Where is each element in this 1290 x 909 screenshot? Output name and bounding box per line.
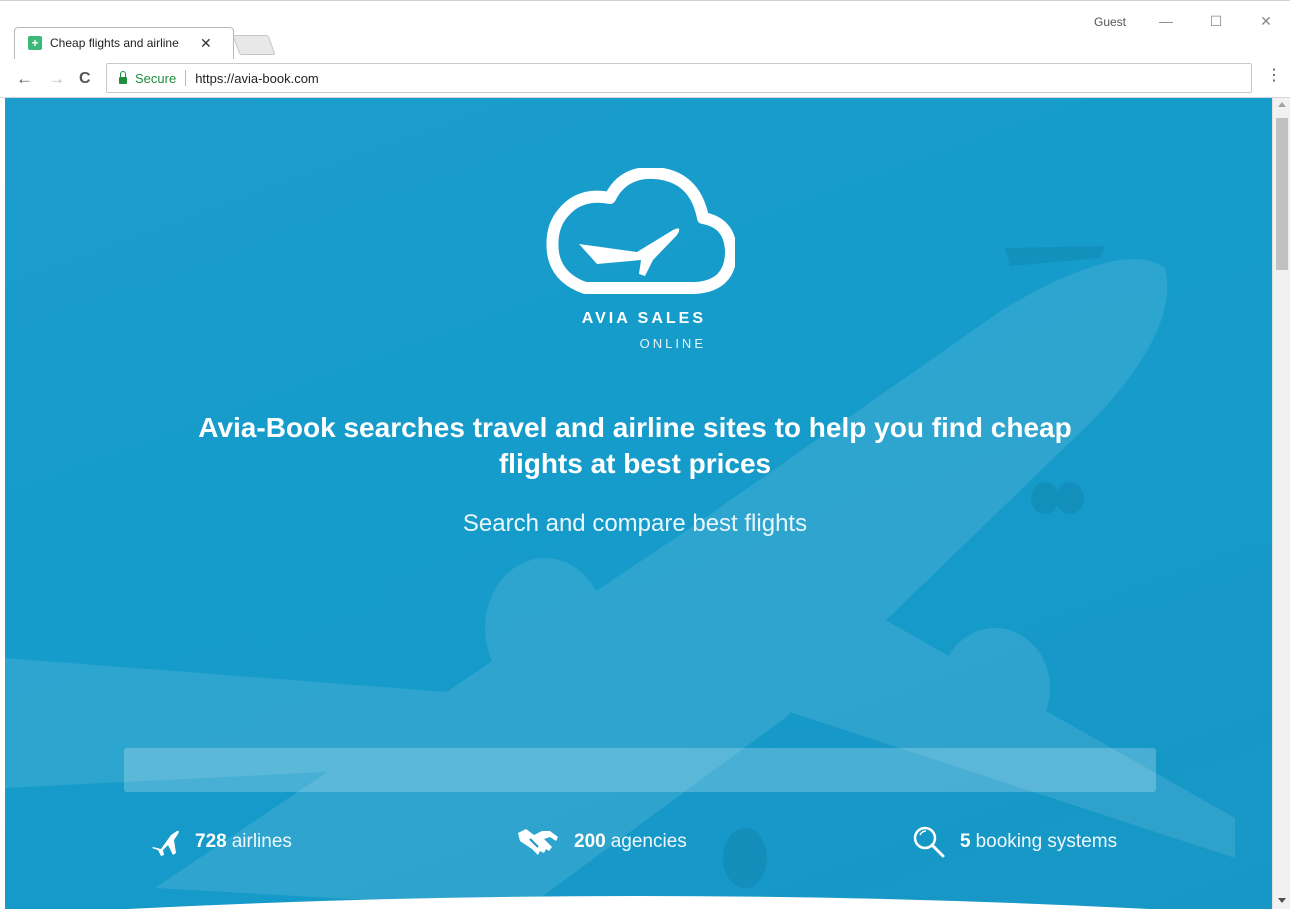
tab-close-icon[interactable]: ✕ bbox=[200, 35, 212, 52]
tab-title[interactable]: Cheap flights and airline bbox=[50, 36, 194, 50]
forward-button[interactable]: → bbox=[48, 69, 65, 89]
favicon-icon: + bbox=[28, 36, 42, 50]
agencies-count: 200 bbox=[574, 831, 606, 852]
hero-section: AVIA SALES ONLINE Avia-Book searches tra… bbox=[5, 98, 1272, 909]
browser-titlebar: + Cheap flights and airline ✕ Guest — ☐ … bbox=[0, 0, 1290, 60]
stat-booking-systems: 5 booking systems bbox=[912, 822, 1117, 862]
airlines-count: 728 bbox=[195, 831, 227, 852]
page-headline: Avia-Book searches travel and airline si… bbox=[198, 412, 1072, 479]
reload-button[interactable]: C bbox=[79, 69, 91, 89]
handshake-icon bbox=[518, 829, 558, 855]
scrollbar-thumb[interactable] bbox=[1276, 118, 1288, 270]
airplane-icon bbox=[152, 830, 179, 856]
close-window-button[interactable]: ✕ bbox=[1246, 9, 1286, 33]
search-icon bbox=[913, 826, 945, 858]
brand-subtitle: ONLINE bbox=[639, 336, 706, 351]
brand-name: AVIA SALES bbox=[581, 310, 706, 327]
booking-systems-label: booking systems bbox=[975, 831, 1118, 852]
profile-label[interactable]: Guest bbox=[1094, 15, 1126, 29]
brand-logo-icon bbox=[546, 168, 735, 294]
address-bar[interactable]: Secure https://avia-book.com bbox=[106, 63, 1252, 93]
address-separator bbox=[185, 70, 187, 86]
hero-bottom-curve bbox=[127, 896, 1149, 909]
secure-label: Secure bbox=[135, 70, 177, 86]
tab-content[interactable]: + Cheap flights and airline ✕ bbox=[16, 28, 226, 58]
airlines-label: airlines bbox=[231, 831, 292, 852]
browser-menu-button[interactable]: ⋮ bbox=[1266, 68, 1282, 84]
agencies-label: agencies bbox=[610, 831, 687, 852]
back-button[interactable]: ← bbox=[16, 69, 33, 89]
maximize-button[interactable]: ☐ bbox=[1196, 9, 1236, 33]
minimize-button[interactable]: — bbox=[1146, 9, 1186, 33]
stat-airlines: 728 airlines bbox=[151, 822, 292, 862]
new-tab-button[interactable] bbox=[232, 35, 276, 55]
flight-search-input[interactable] bbox=[124, 748, 1156, 792]
scroll-up-icon[interactable] bbox=[1278, 102, 1286, 107]
booking-systems-count: 5 bbox=[960, 831, 971, 852]
stat-agencies: 200 agencies bbox=[516, 822, 687, 862]
page-scrollbar[interactable] bbox=[1272, 98, 1290, 909]
url-text[interactable]: https://avia-book.com bbox=[195, 71, 319, 86]
page-subheadline: Search and compare best flights bbox=[462, 510, 808, 537]
lock-icon bbox=[119, 70, 127, 84]
scroll-down-icon[interactable] bbox=[1278, 898, 1286, 903]
